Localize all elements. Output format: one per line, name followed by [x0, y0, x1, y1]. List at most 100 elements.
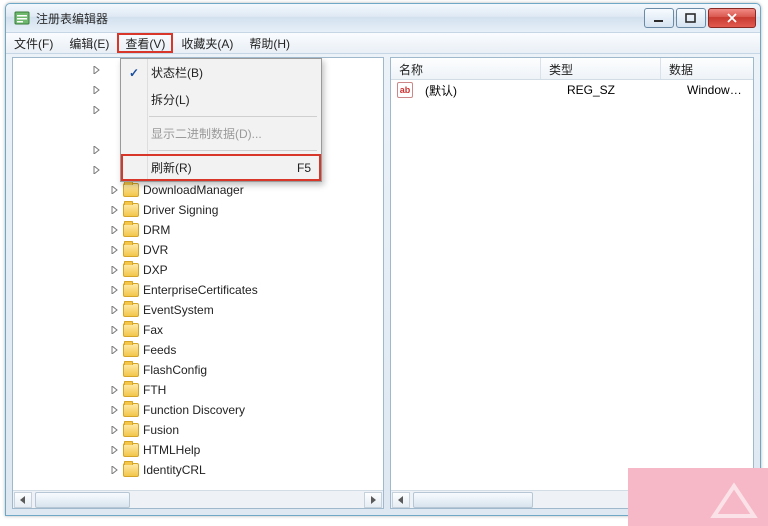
tree-item[interactable]: DXP [13, 260, 383, 280]
expand-arrow-icon[interactable] [109, 184, 121, 196]
menu-separator [149, 116, 317, 117]
menu-item-label: 显示二进制数据(D)... [151, 125, 262, 142]
folder-icon [123, 383, 139, 397]
menu-favorites[interactable]: 收藏夹(A) [173, 33, 241, 53]
tree-view[interactable]: DownloadManager Driver Signing DRM DVR D… [13, 58, 383, 490]
tree-item-label: Fusion [143, 423, 179, 437]
expand-arrow-icon[interactable] [109, 284, 121, 296]
close-button[interactable] [708, 8, 756, 28]
window-title: 注册表编辑器 [36, 10, 108, 27]
folder-icon [123, 263, 139, 277]
expand-arrow-icon[interactable] [109, 304, 121, 316]
tree-item-label: HTMLHelp [143, 443, 200, 457]
tree-horizontal-scrollbar[interactable] [13, 490, 383, 508]
expand-arrow-icon[interactable] [109, 424, 121, 436]
tree-item[interactable]: Driver Signing [13, 200, 383, 220]
tree-item[interactable]: DVR [13, 240, 383, 260]
list-row[interactable]: ab (默认) REG_SZ Windows Med [391, 80, 753, 100]
client-area: DownloadManager Driver Signing DRM DVR D… [12, 57, 754, 509]
folder-icon [123, 283, 139, 297]
maximize-button[interactable] [676, 8, 706, 28]
tree-item-label: IdentityCRL [143, 463, 206, 477]
menu-split[interactable]: 拆分(L) [121, 86, 321, 113]
expand-arrow-icon[interactable] [109, 384, 121, 396]
scroll-left-button[interactable] [14, 492, 32, 508]
tree-item-label: FTH [143, 383, 166, 397]
tree-item[interactable]: DRM [13, 220, 383, 240]
tree-pane: DownloadManager Driver Signing DRM DVR D… [12, 57, 384, 509]
scroll-thumb[interactable] [413, 492, 533, 508]
folder-icon [123, 303, 139, 317]
minimize-button[interactable] [644, 8, 674, 28]
expand-arrow-icon[interactable] [91, 164, 103, 176]
list-body[interactable]: ab (默认) REG_SZ Windows Med [391, 80, 753, 490]
column-header-type[interactable]: 类型 [541, 58, 661, 79]
menu-item-label: 刷新(R) [151, 159, 192, 176]
tree-item-label: DVR [143, 243, 168, 257]
cell-data: Windows Med [679, 83, 753, 97]
tree-item[interactable]: Fax [13, 320, 383, 340]
tree-item-label: EventSystem [143, 303, 214, 317]
window-buttons [642, 8, 756, 28]
menu-help[interactable]: 帮助(H) [241, 33, 298, 53]
check-icon: ✓ [129, 66, 139, 80]
expand-arrow-icon[interactable] [109, 204, 121, 216]
scroll-left-button[interactable] [392, 492, 410, 508]
expand-arrow-icon[interactable] [109, 404, 121, 416]
expand-arrow-icon[interactable] [91, 64, 103, 76]
folder-icon [123, 343, 139, 357]
list-header: 名称 类型 数据 [391, 58, 753, 80]
column-header-data[interactable]: 数据 [661, 58, 753, 79]
window-frame: 注册表编辑器 文件(F) 编辑(E) 查看(V) 收藏夹(A) 帮助(H) [5, 3, 761, 516]
scroll-right-button[interactable] [364, 492, 382, 508]
menu-edit[interactable]: 编辑(E) [61, 33, 117, 53]
expand-arrow-icon[interactable] [109, 264, 121, 276]
tree-item[interactable]: FlashConfig [13, 360, 383, 380]
scroll-thumb[interactable] [35, 492, 130, 508]
expand-arrow-icon[interactable] [109, 464, 121, 476]
folder-icon [123, 323, 139, 337]
menubar: 文件(F) 编辑(E) 查看(V) 收藏夹(A) 帮助(H) [6, 32, 760, 54]
expand-arrow-icon[interactable] [109, 444, 121, 456]
expand-arrow-icon[interactable] [91, 84, 103, 96]
tree-item[interactable]: FTH [13, 380, 383, 400]
folder-icon [123, 363, 139, 377]
menu-file[interactable]: 文件(F) [6, 33, 61, 53]
tree-item[interactable]: EventSystem [13, 300, 383, 320]
menu-status-bar[interactable]: ✓ 状态栏(B) [121, 59, 321, 86]
tree-item[interactable]: IdentityCRL [13, 460, 383, 480]
cell-type: REG_SZ [559, 83, 679, 97]
regedit-app-icon [14, 10, 30, 26]
menu-separator [149, 150, 317, 151]
folder-icon [123, 423, 139, 437]
string-value-icon: ab [397, 82, 413, 98]
folder-icon [123, 183, 139, 197]
tree-item[interactable]: Function Discovery [13, 400, 383, 420]
expand-arrow-icon[interactable] [91, 144, 103, 156]
titlebar[interactable]: 注册表编辑器 [6, 4, 760, 32]
expand-arrow-icon[interactable] [109, 344, 121, 356]
folder-icon [123, 443, 139, 457]
tree-item[interactable]: Fusion [13, 420, 383, 440]
tree-item[interactable]: DownloadManager [13, 180, 383, 200]
tree-item-label: DownloadManager [143, 183, 244, 197]
expand-arrow-icon[interactable] [109, 244, 121, 256]
menu-view[interactable]: 查看(V) [117, 33, 173, 53]
expand-arrow-icon[interactable] [109, 224, 121, 236]
menu-shortcut: F5 [297, 161, 311, 175]
tree-item[interactable]: Feeds [13, 340, 383, 360]
expand-arrow-icon[interactable] [91, 104, 103, 116]
expand-arrow-icon[interactable] [109, 324, 121, 336]
tree-item-label: Driver Signing [143, 203, 218, 217]
menu-item-label: 状态栏(B) [151, 64, 203, 81]
tree-item[interactable]: HTMLHelp [13, 440, 383, 460]
column-header-name[interactable]: 名称 [391, 58, 541, 79]
tree-item[interactable]: EnterpriseCertificates [13, 280, 383, 300]
folder-icon [123, 203, 139, 217]
menu-display-binary: 显示二进制数据(D)... [121, 120, 321, 147]
menu-item-label: 拆分(L) [151, 91, 190, 108]
menu-refresh[interactable]: 刷新(R) F5 [121, 154, 321, 181]
view-menu-dropdown: ✓ 状态栏(B) 拆分(L) 显示二进制数据(D)... 刷新(R) [120, 58, 322, 182]
tree-item-label: FlashConfig [143, 363, 207, 377]
folder-icon [123, 463, 139, 477]
